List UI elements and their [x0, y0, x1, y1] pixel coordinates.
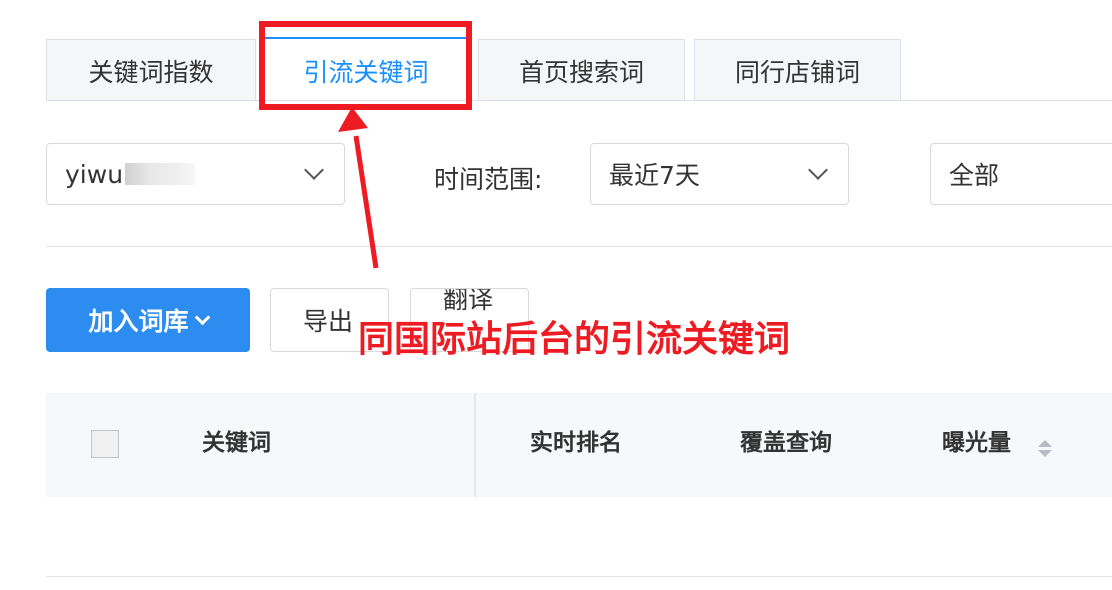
annotation-text: 同国际站后台的引流关键词: [358, 319, 791, 360]
arrow-icon: [338, 107, 379, 269]
